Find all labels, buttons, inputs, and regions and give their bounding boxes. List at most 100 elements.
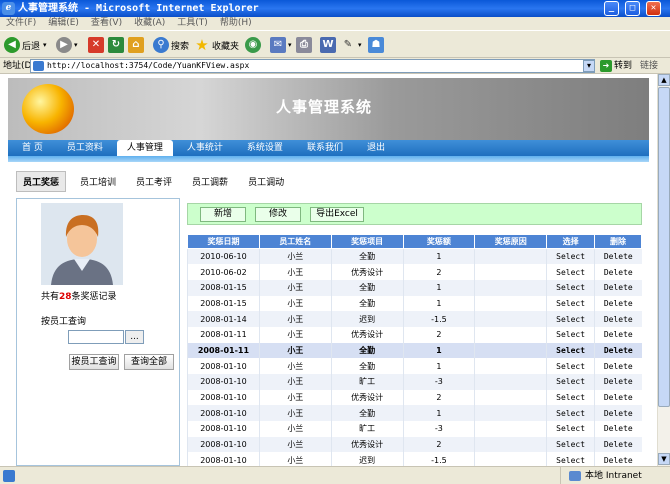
browser-window: e 人事管理系统 - Microsoft Internet Explorer _… bbox=[0, 0, 670, 484]
add-button[interactable]: 新增 bbox=[200, 207, 246, 222]
back-button[interactable]: ◀ 后退 ▾ bbox=[4, 36, 47, 54]
subnav-tab[interactable]: 员工奖惩 bbox=[16, 170, 67, 192]
delete-link[interactable]: Delete bbox=[594, 374, 642, 390]
nav-item[interactable]: 退出 bbox=[357, 140, 395, 156]
select-link[interactable]: Select bbox=[546, 264, 595, 280]
nav-item[interactable]: 首 页 bbox=[8, 140, 53, 156]
delete-link[interactable]: Delete bbox=[594, 279, 642, 296]
select-link[interactable]: Select bbox=[546, 248, 595, 265]
table-cell: 1 bbox=[402, 342, 475, 359]
table-cell: 2 bbox=[402, 389, 475, 406]
delete-link[interactable]: Delete bbox=[594, 405, 642, 422]
query-by-employee-button[interactable]: 按员工查询 bbox=[69, 354, 119, 370]
menu-item[interactable]: 查看(V) bbox=[91, 18, 122, 28]
query-all-button[interactable]: 查询全部 bbox=[124, 354, 174, 370]
delete-link[interactable]: Delete bbox=[594, 421, 642, 437]
delete-link[interactable]: Delete bbox=[594, 311, 642, 327]
favorites-button[interactable]: ★ 收藏夹 bbox=[194, 36, 239, 54]
go-button[interactable]: ➜ 转到 bbox=[600, 59, 632, 73]
table-row: 2008-01-15 小王 全勤 1 Select Delete bbox=[187, 279, 642, 296]
search-button[interactable]: ⚲ 搜索 bbox=[153, 36, 189, 54]
select-link[interactable]: Select bbox=[546, 279, 595, 296]
table-cell: 2 bbox=[402, 436, 475, 453]
delete-link[interactable]: Delete bbox=[594, 452, 642, 466]
menu-item[interactable]: 帮助(H) bbox=[220, 18, 252, 28]
table-cell: 小兰 bbox=[258, 421, 332, 437]
forward-dropdown-icon[interactable]: ▾ bbox=[74, 41, 78, 49]
scroll-down-icon[interactable]: ▼ bbox=[658, 453, 670, 465]
select-link[interactable]: Select bbox=[546, 389, 595, 406]
select-link[interactable]: Select bbox=[546, 358, 595, 374]
messenger-button[interactable]: ✎ ▾ bbox=[340, 36, 362, 54]
scroll-up-icon[interactable]: ▲ bbox=[658, 74, 670, 86]
minimize-button[interactable]: _ bbox=[604, 1, 619, 16]
forward-button[interactable]: ▶ ▾ bbox=[56, 36, 78, 54]
favorites-label: 收藏夹 bbox=[212, 41, 240, 52]
delete-link[interactable]: Delete bbox=[594, 264, 642, 280]
nav-item[interactable]: 人事统计 bbox=[177, 140, 233, 156]
table-cell: -3 bbox=[402, 421, 475, 437]
scroll-thumb[interactable] bbox=[658, 87, 670, 407]
select-link[interactable]: Select bbox=[546, 311, 595, 327]
select-link[interactable]: Select bbox=[546, 436, 595, 453]
refresh-icon: ↻ bbox=[108, 37, 124, 53]
left-panel: 共有28条奖惩记录 按员工查询 ... 按员工查询 查询全部 bbox=[16, 198, 180, 466]
delete-link[interactable]: Delete bbox=[594, 342, 642, 359]
browse-button[interactable]: ... bbox=[125, 330, 144, 344]
mail-dropdown-icon[interactable]: ▾ bbox=[288, 41, 292, 49]
nav-item[interactable]: 系统设置 bbox=[237, 140, 293, 156]
subnav-tab[interactable]: 员工调动 bbox=[242, 172, 290, 191]
table-cell: 迟到 bbox=[330, 311, 404, 327]
research-button[interactable]: ☗ bbox=[368, 36, 386, 54]
employee-query-input[interactable] bbox=[68, 330, 124, 344]
vertical-scrollbar[interactable]: ▲ ▼ bbox=[657, 74, 670, 466]
select-link[interactable]: Select bbox=[546, 405, 595, 422]
media-button[interactable]: ◉ bbox=[245, 36, 263, 54]
menu-item[interactable]: 文件(F) bbox=[6, 18, 36, 28]
table-cell: 优秀设计 bbox=[330, 436, 404, 453]
table-cell: 全勤 bbox=[330, 279, 404, 296]
delete-link[interactable]: Delete bbox=[594, 358, 642, 374]
forward-arrow-icon: ▶ bbox=[56, 37, 72, 53]
home-button[interactable]: ⌂ bbox=[128, 36, 146, 54]
address-input[interactable]: http://localhost:3754/Code/YuanKFView.as… bbox=[30, 59, 595, 73]
delete-link[interactable]: Delete bbox=[594, 295, 642, 312]
refresh-button[interactable]: ↻ bbox=[108, 36, 126, 54]
print-button[interactable]: ⎙ bbox=[296, 36, 314, 54]
back-dropdown-icon[interactable]: ▾ bbox=[43, 41, 47, 49]
subnav-tab[interactable]: 员工考评 bbox=[130, 172, 178, 191]
nav-item[interactable]: 人事管理 bbox=[116, 140, 173, 156]
subnav-tab[interactable]: 员工培训 bbox=[74, 172, 122, 191]
delete-link[interactable]: Delete bbox=[594, 389, 642, 406]
select-link[interactable]: Select bbox=[546, 342, 595, 359]
subnav-tab[interactable]: 员工调薪 bbox=[186, 172, 234, 191]
stop-button[interactable]: ✕ bbox=[88, 36, 106, 54]
export-excel-button[interactable]: 导出Excel bbox=[310, 207, 364, 222]
nav-item[interactable]: 员工资料 bbox=[57, 140, 113, 156]
mail-icon: ✉ bbox=[270, 37, 286, 53]
close-button[interactable]: ✕ bbox=[646, 1, 661, 16]
edit-button[interactable]: 修改 bbox=[255, 207, 301, 222]
delete-link[interactable]: Delete bbox=[594, 248, 642, 265]
nav-item[interactable]: 联系我们 bbox=[297, 140, 353, 156]
table-cell: 全勤 bbox=[330, 342, 404, 359]
menu-item[interactable]: 工具(T) bbox=[177, 18, 208, 28]
delete-link[interactable]: Delete bbox=[594, 326, 642, 343]
address-dropdown-icon[interactable]: ▾ bbox=[583, 60, 595, 72]
select-link[interactable]: Select bbox=[546, 295, 595, 312]
table-cell: 小王 bbox=[258, 279, 332, 296]
messenger-dropdown-icon[interactable]: ▾ bbox=[358, 41, 362, 49]
menu-item[interactable]: 收藏(A) bbox=[134, 18, 165, 28]
links-label[interactable]: 链接 bbox=[640, 58, 658, 74]
delete-link[interactable]: Delete bbox=[594, 436, 642, 453]
printer-icon: ⎙ bbox=[296, 37, 312, 53]
menu-item[interactable]: 编辑(E) bbox=[48, 18, 79, 28]
edit-page-button[interactable]: W bbox=[320, 36, 338, 54]
table-cell bbox=[474, 358, 547, 374]
select-link[interactable]: Select bbox=[546, 326, 595, 343]
maximize-button[interactable]: □ bbox=[625, 1, 640, 16]
select-link[interactable]: Select bbox=[546, 374, 595, 390]
select-link[interactable]: Select bbox=[546, 421, 595, 437]
select-link[interactable]: Select bbox=[546, 452, 595, 466]
mail-button[interactable]: ✉ ▾ bbox=[270, 36, 292, 54]
